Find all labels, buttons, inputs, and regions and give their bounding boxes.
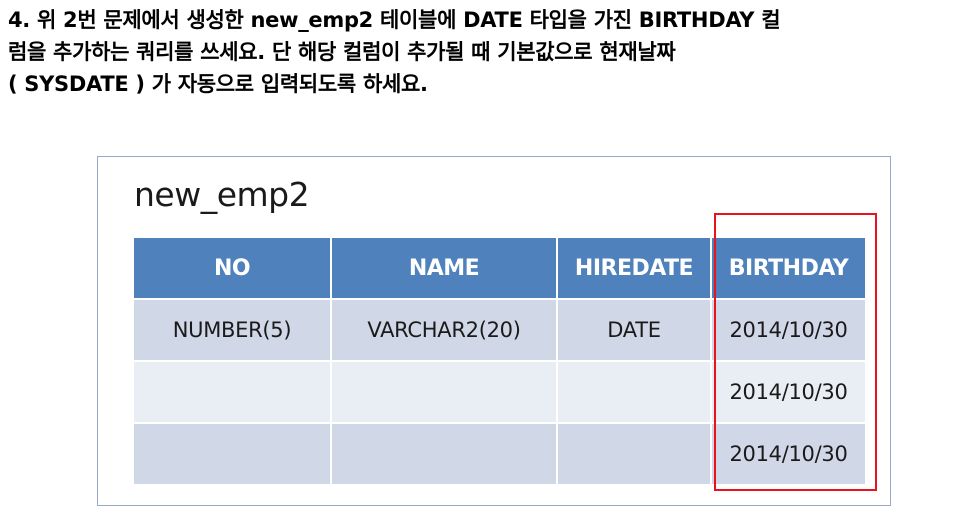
cell-hiredate <box>556 360 712 424</box>
table-columns-grid: NO NAME HIREDATE BIRTHDAY NUMBER(5) VARC… <box>132 236 867 486</box>
question-line-2: 럼을 추가하는 쿼리를 쓰세요. 단 해당 컬럼이 추가될 때 기본값으로 현재… <box>8 40 676 64</box>
question-line-1: 4. 위 2번 문제에서 생성한 new_emp2 테이블에 DATE 타입을 … <box>8 8 781 32</box>
header-row: NO NAME HIREDATE BIRTHDAY <box>132 236 867 300</box>
cell-no-type: NUMBER(5) <box>132 298 332 362</box>
header-birthday: BIRTHDAY <box>710 236 867 300</box>
cell-birthday-value: 2014/10/30 <box>710 422 867 486</box>
table-name-label: new_emp2 <box>134 175 310 214</box>
table-row: 2014/10/30 <box>132 422 867 486</box>
header-no: NO <box>132 236 332 300</box>
table-diagram: new_emp2 NO NAME HIREDATE BIRTHDAY NUMBE… <box>97 156 891 506</box>
cell-birthday-value: 2014/10/30 <box>710 360 867 424</box>
cell-hiredate <box>556 422 712 486</box>
table-row: NUMBER(5) VARCHAR2(20) DATE 2014/10/30 <box>132 298 867 362</box>
cell-name <box>330 360 558 424</box>
cell-birthday-value: 2014/10/30 <box>710 298 867 362</box>
header-hiredate: HIREDATE <box>556 236 712 300</box>
cell-hiredate-type: DATE <box>556 298 712 362</box>
question-line-3: ( SYSDATE ) 가 자동으로 입력되도록 하세요. <box>8 72 428 96</box>
question-text: 4. 위 2번 문제에서 생성한 new_emp2 테이블에 DATE 타입을 … <box>8 4 958 100</box>
cell-name-type: VARCHAR2(20) <box>330 298 558 362</box>
cell-no <box>132 360 332 424</box>
cell-name <box>330 422 558 486</box>
cell-no <box>132 422 332 486</box>
table-row: 2014/10/30 <box>132 360 867 424</box>
header-name: NAME <box>330 236 558 300</box>
